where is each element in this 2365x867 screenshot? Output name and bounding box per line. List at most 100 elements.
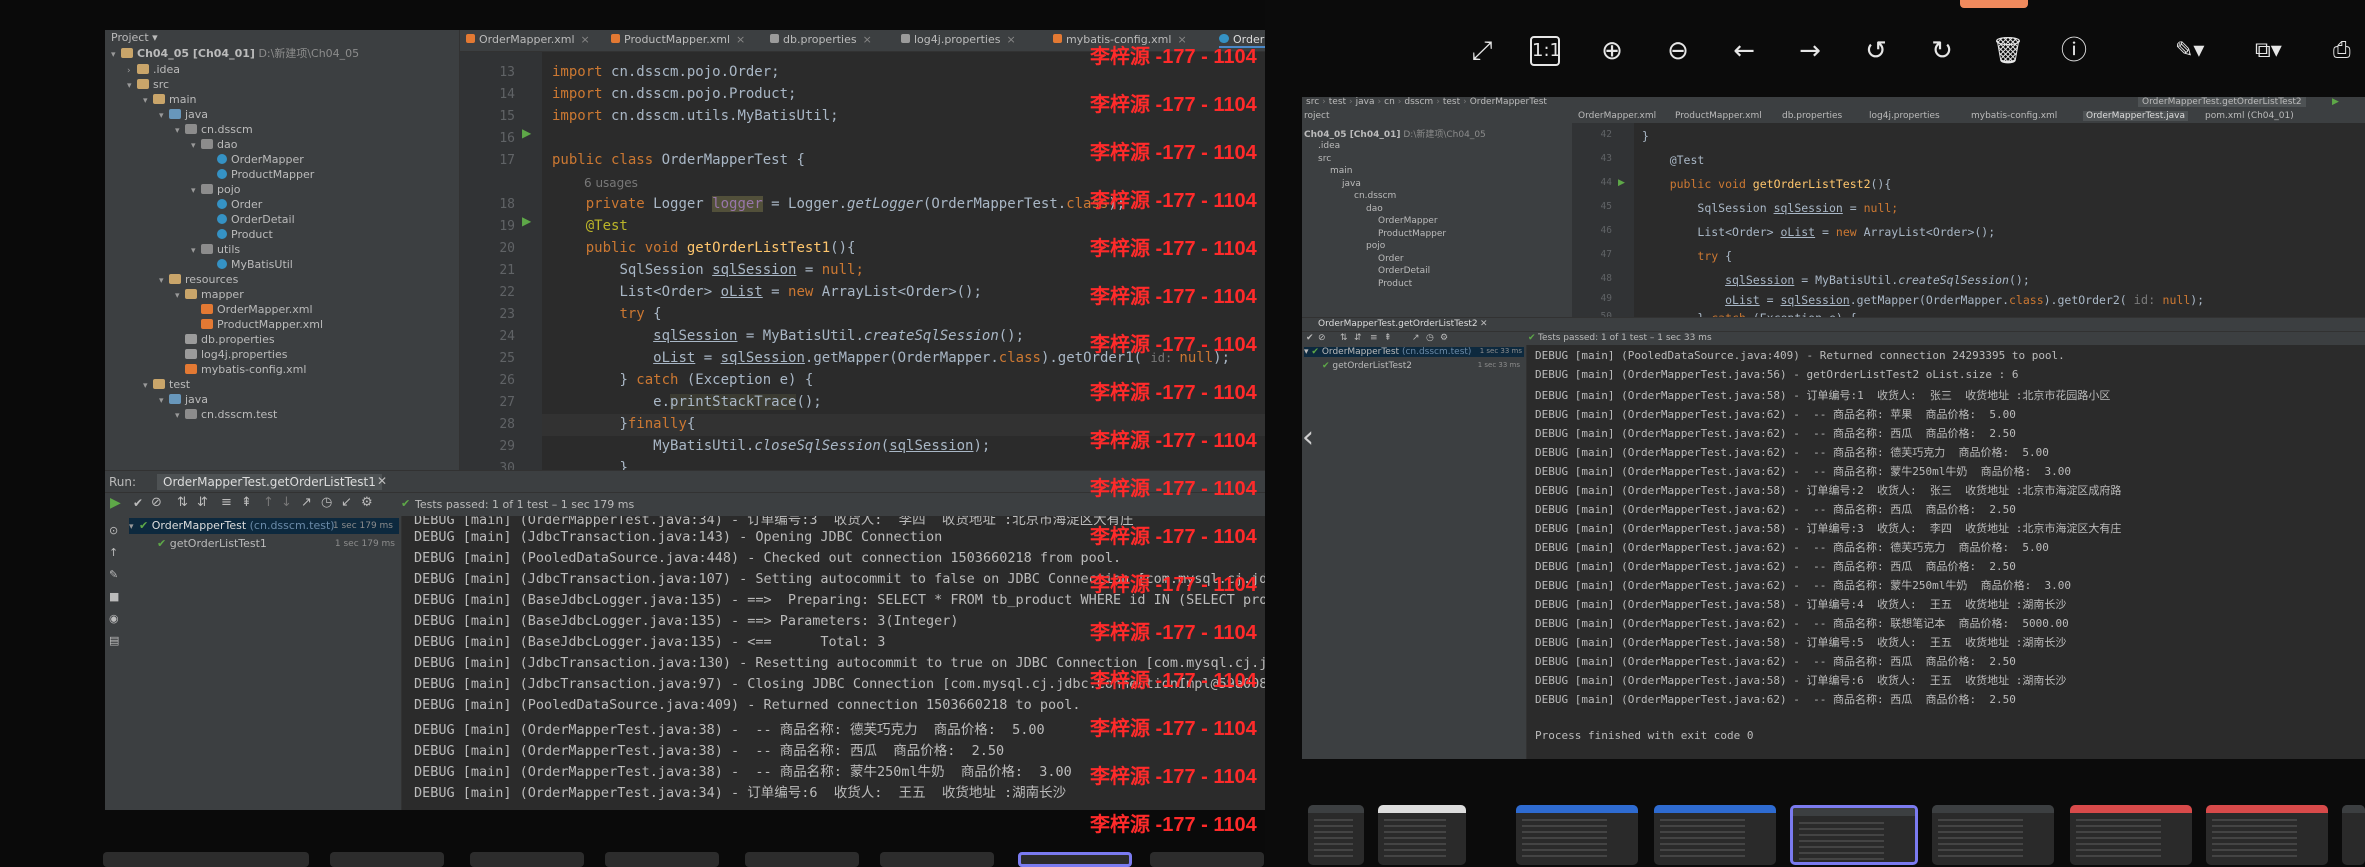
test-method-node[interactable]: ✔ getOrderListTest1 1 sec 179 ms <box>157 536 397 552</box>
code-editor[interactable]: 42434445464748495051 ▶ } @Test public vo… <box>1572 123 2365 340</box>
settings-icon[interactable]: ⚙ <box>1440 333 1448 343</box>
thumbnail[interactable] <box>2342 805 2365 865</box>
expand-all-icon[interactable]: ≡ <box>1370 333 1378 343</box>
tree-item[interactable]: dao <box>1366 204 1383 214</box>
wrench-icon[interactable]: ✎ <box>109 568 118 581</box>
export-icon[interactable]: ↗ <box>301 495 312 510</box>
run-config-tab[interactable]: OrderMapperTest.getOrderListTest2 <box>1318 319 1478 329</box>
zoom-in-icon[interactable]: ⊕ <box>1595 34 1629 68</box>
thumbnail-selected[interactable] <box>1018 852 1132 867</box>
thumbnail[interactable] <box>1516 805 1638 865</box>
tree-item[interactable]: main <box>1330 166 1353 176</box>
tree-item[interactable]: ▾ src <box>127 77 169 93</box>
tree-item[interactable]: ▾ test <box>143 377 190 393</box>
close-icon[interactable]: × <box>736 33 745 46</box>
breadcrumb-item[interactable]: cn <box>1384 97 1395 107</box>
run-gutter-icon[interactable]: ▶ <box>522 214 531 228</box>
next-failed-icon[interactable]: ↓ <box>281 495 292 510</box>
tree-item[interactable]: ProductMapper <box>207 167 314 183</box>
tree-item[interactable]: cn.dsscm <box>1354 191 1396 201</box>
tree-root[interactable]: ▾ Ch04_05 [Ch04_01] D:\新建项\Ch04_05 <box>111 46 359 62</box>
thumbnail[interactable] <box>2070 805 2192 865</box>
tree-item[interactable]: pojo <box>1366 241 1385 251</box>
info-icon[interactable]: ⓘ <box>2057 34 2091 68</box>
print-icon[interactable]: ⎙ <box>2333 38 2351 63</box>
test-class-node[interactable]: ▾ ✔ OrderMapperTest (cn.dsscm.test) 1 sec… <box>1304 347 1524 357</box>
editor-tab[interactable]: db.properties <box>1782 111 1842 121</box>
up-icon[interactable]: ↑ <box>109 546 118 559</box>
project-dropdown[interactable]: Project ▾ <box>111 30 158 46</box>
stop-icon[interactable]: ■ <box>109 590 119 603</box>
thumbnail[interactable] <box>1378 805 1466 865</box>
tree-item[interactable]: Order <box>207 197 262 213</box>
crop-icon[interactable]: ⧉▾ <box>2255 38 2282 63</box>
prev-failed-icon[interactable]: ↑ <box>263 495 274 510</box>
thumbnail[interactable] <box>1308 805 1364 865</box>
tree-item[interactable]: db.properties <box>175 332 275 348</box>
rotate-left-icon[interactable]: ↺ <box>1859 34 1893 68</box>
collapse-all-icon[interactable]: ⇞ <box>1384 333 1392 343</box>
run-config-tab[interactable]: OrderMapperTest.getOrderListTest1 <box>157 474 382 490</box>
tree-item[interactable]: ▾ main <box>143 92 196 108</box>
tree-item[interactable]: java <box>1342 179 1361 189</box>
tree-item[interactable]: src <box>1318 154 1331 164</box>
prev-image-icon[interactable]: ‹ <box>1302 420 1332 460</box>
camera-icon[interactable]: ◉ <box>109 612 119 625</box>
editor-tab[interactable]: log4j.properties × <box>901 33 1016 46</box>
test-method-node[interactable]: ✔ getOrderListTest2 1 sec 33 ms <box>1322 361 1522 371</box>
sort-icon[interactable]: ⇅ <box>1340 333 1348 343</box>
thumbnail[interactable] <box>745 852 859 867</box>
expand-all-icon[interactable]: ≡ <box>221 495 232 510</box>
export-icon[interactable]: ↗ <box>1412 333 1420 343</box>
rerun-icon[interactable]: ▶ <box>110 495 121 511</box>
breadcrumb-item[interactable]: java <box>1356 97 1375 107</box>
thumbnail-selected[interactable] <box>1790 805 1918 865</box>
close-icon[interactable]: × <box>863 33 872 46</box>
tree-item[interactable]: ▾ resources <box>159 272 238 288</box>
history-icon[interactable]: ◷ <box>1426 333 1434 343</box>
editor-tab[interactable]: log4j.properties <box>1869 111 1940 121</box>
close-icon[interactable]: × <box>1006 33 1015 46</box>
tree-item[interactable]: › .idea <box>127 62 180 78</box>
tree-item[interactable]: ▾ pojo <box>191 182 241 198</box>
thumbnail[interactable] <box>2206 805 2328 865</box>
tree-item[interactable]: ▾ dao <box>191 137 237 153</box>
breadcrumb-item[interactable]: dsscm <box>1404 97 1433 107</box>
console-output[interactable]: DEBUG [main] (PooledDataSource.java:409)… <box>1527 345 2365 759</box>
close-icon[interactable]: ✕ <box>1480 319 1488 329</box>
editor-tab[interactable]: db.properties × <box>770 33 872 46</box>
thumbnail[interactable] <box>470 852 584 867</box>
breadcrumb-item[interactable]: src <box>1306 97 1319 107</box>
sort-duration-icon[interactable]: ⇵ <box>197 495 208 510</box>
thumbnail[interactable] <box>330 852 444 867</box>
tree-item[interactable]: OrderDetail <box>207 212 295 228</box>
editor-tab[interactable]: OrderMapper.xml <box>1578 111 1656 121</box>
tree-item[interactable]: MyBatisUtil <box>207 257 293 273</box>
editor-tab[interactable]: OrderMapperTest.java <box>2083 111 2188 121</box>
tree-item[interactable]: OrderMapper <box>1378 216 1438 226</box>
run-gutter-icon[interactable]: ▶ <box>1618 178 1625 188</box>
tree-item[interactable]: ▾ cn.dsscm <box>175 122 253 138</box>
tree-item[interactable]: mybatis-config.xml <box>175 362 306 378</box>
test-class-node[interactable]: ▾ ✔ OrderMapperTest (cn.dsscm.test) 1 sec … <box>129 518 399 534</box>
tree-item[interactable]: ▾ java <box>159 107 208 123</box>
thumbnail[interactable] <box>1654 805 1776 865</box>
breadcrumb-item[interactable]: test <box>1329 97 1346 107</box>
layout-icon[interactable]: ▤ <box>109 634 119 647</box>
editor-tab[interactable]: ProductMapper.xml × <box>611 33 745 46</box>
thumbnail[interactable] <box>1150 852 1264 867</box>
thumbnail[interactable] <box>1932 805 2054 865</box>
actual-size-icon[interactable]: 1:1 <box>1530 36 1561 66</box>
usages-hint[interactable]: 6 usages <box>584 176 638 190</box>
run-config-dropdown[interactable]: OrderMapperTest.getOrderListTest2 <box>2138 97 2306 107</box>
close-icon[interactable]: × <box>581 33 590 46</box>
run-gutter-icon[interactable]: ▶ <box>522 126 531 140</box>
tree-item[interactable]: Product <box>207 227 273 243</box>
show-ignored-icon[interactable]: ⊘ <box>151 495 162 510</box>
fullscreen-icon[interactable]: ⤢ <box>1465 34 1499 68</box>
editor-tab[interactable]: OrderMapper.xml × <box>466 33 590 46</box>
breadcrumb-item[interactable]: OrderMapperTest <box>1470 97 1547 107</box>
thumbnail[interactable] <box>195 852 309 867</box>
tree-item[interactable]: ▾ utils <box>191 242 240 258</box>
delete-icon[interactable]: 🗑 <box>1991 34 2025 68</box>
